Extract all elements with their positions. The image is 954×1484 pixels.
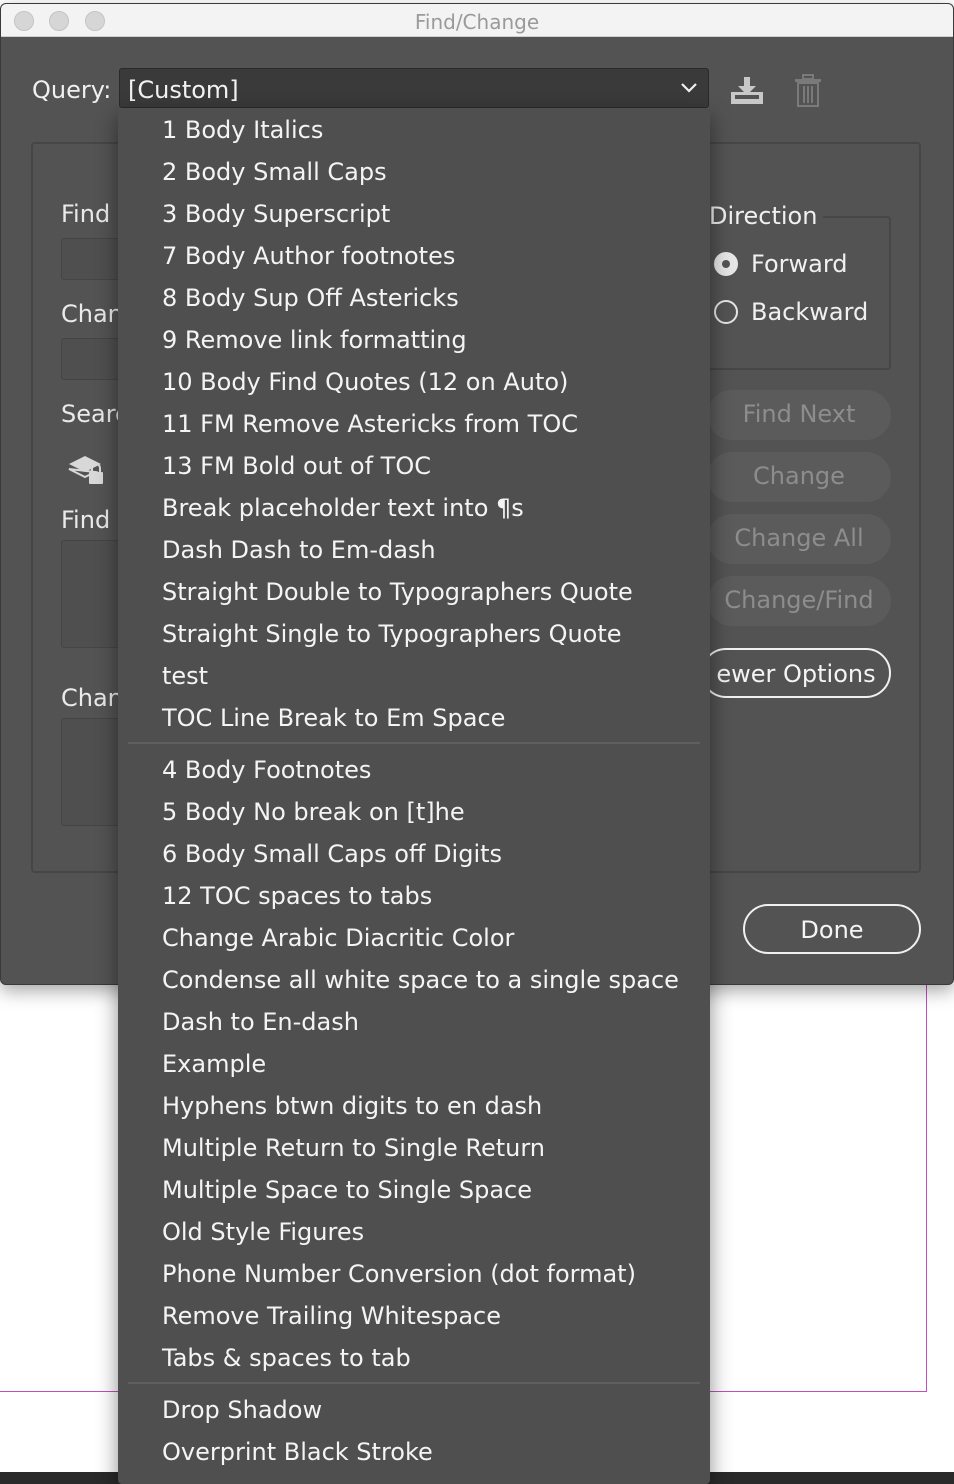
query-menu-item[interactable]: Multiple Return to Single Return — [162, 1127, 545, 1169]
done-button[interactable]: Done — [743, 904, 921, 954]
menu-separator — [128, 1382, 700, 1384]
query-dropdown-menu: 1 Body Italics 2 Body Small Caps 3 Body Su… — [118, 108, 710, 1484]
query-menu-item[interactable]: Straight Single to Typographers Quote — [162, 613, 622, 655]
query-menu-item[interactable]: Phone Number Conversion (dot format) — [162, 1253, 636, 1295]
title-bar: Find/Change — [1, 4, 953, 37]
window-title: Find/Change — [414, 10, 540, 34]
query-menu-item[interactable]: test — [162, 655, 208, 697]
backward-radio[interactable] — [714, 300, 738, 324]
save-query-icon[interactable] — [729, 76, 765, 106]
change-button[interactable]: Change — [707, 452, 891, 502]
forward-radio[interactable] — [714, 252, 738, 276]
query-menu-item[interactable]: Drop Shadow — [162, 1389, 322, 1431]
query-dropdown[interactable]: [Custom] — [119, 68, 709, 108]
query-menu-item[interactable]: 8 Body Sup Off Astericks — [162, 277, 459, 319]
query-menu-item[interactable]: Break placeholder text into ¶s — [162, 487, 524, 529]
query-menu-item[interactable]: Straight Double to Typographers Quote — [162, 571, 633, 613]
query-menu-item[interactable]: 5 Body No break on [t]he — [162, 791, 465, 833]
query-menu-item[interactable]: Old Style Figures — [162, 1211, 364, 1253]
query-menu-item[interactable]: 4 Body Footnotes — [162, 749, 371, 791]
query-menu-item[interactable]: Remove Trailing Whitespace — [162, 1295, 501, 1337]
query-menu-item[interactable]: Tabs & spaces to tab — [162, 1337, 411, 1379]
change-format-label: Chan — [61, 684, 123, 712]
direction-group — [707, 216, 891, 370]
delete-query-icon[interactable] — [793, 74, 823, 108]
query-menu-item[interactable]: 6 Body Small Caps off Digits — [162, 833, 502, 875]
query-menu-item[interactable]: Overprint Black Stroke — [162, 1431, 433, 1473]
query-menu-item[interactable]: 1 Body Italics — [162, 109, 323, 151]
query-menu-item[interactable]: Example — [162, 1043, 266, 1085]
find-what-label: Find — [61, 200, 111, 228]
query-menu-item[interactable]: Hyphens btwn digits to en dash — [162, 1085, 542, 1127]
query-label: Query: — [32, 76, 112, 104]
direction-label: Direction — [709, 202, 824, 230]
query-menu-item[interactable]: 13 FM Bold out of TOC — [162, 445, 431, 487]
query-selected-value: [Custom] — [128, 76, 239, 104]
query-menu-item[interactable]: Dash to En-dash — [162, 1001, 359, 1043]
query-menu-item[interactable]: TOC Line Break to Em Space — [162, 697, 505, 739]
menu-separator — [128, 742, 700, 744]
change-find-button[interactable]: Change/Find — [707, 576, 891, 626]
backward-label: Backward — [751, 298, 869, 326]
document-page-edge-vertical — [926, 985, 927, 1391]
change-all-button[interactable]: Change All — [707, 514, 891, 564]
query-menu-item[interactable]: 7 Body Author footnotes — [162, 235, 455, 277]
forward-label: Forward — [751, 250, 848, 278]
query-menu-item[interactable]: 2 Body Small Caps — [162, 151, 387, 193]
query-menu-item[interactable]: Dash Dash to Em-dash — [162, 529, 436, 571]
query-menu-item[interactable]: 3 Body Superscript — [162, 193, 390, 235]
find-next-button[interactable]: Find Next — [707, 390, 891, 440]
query-menu-item[interactable]: Condense all white space to a single spa… — [162, 959, 679, 1001]
query-menu-item[interactable]: 12 TOC spaces to tabs — [162, 875, 432, 917]
lock-layers-icon[interactable] — [67, 452, 107, 486]
query-menu-item[interactable]: 10 Body Find Quotes (12 on Auto) — [162, 361, 568, 403]
change-to-label: Chan — [61, 300, 123, 328]
query-menu-item[interactable]: 11 FM Remove Astericks from TOC — [162, 403, 578, 445]
query-menu-item[interactable]: Change Arabic Diacritic Color — [162, 917, 514, 959]
query-menu-item[interactable]: Multiple Space to Single Space — [162, 1169, 532, 1211]
query-menu-item[interactable]: 9 Remove link formatting — [162, 319, 467, 361]
fewer-options-button[interactable]: ewer Options — [701, 648, 891, 698]
chevron-down-icon — [681, 83, 697, 93]
find-format-label: Find — [61, 506, 111, 534]
